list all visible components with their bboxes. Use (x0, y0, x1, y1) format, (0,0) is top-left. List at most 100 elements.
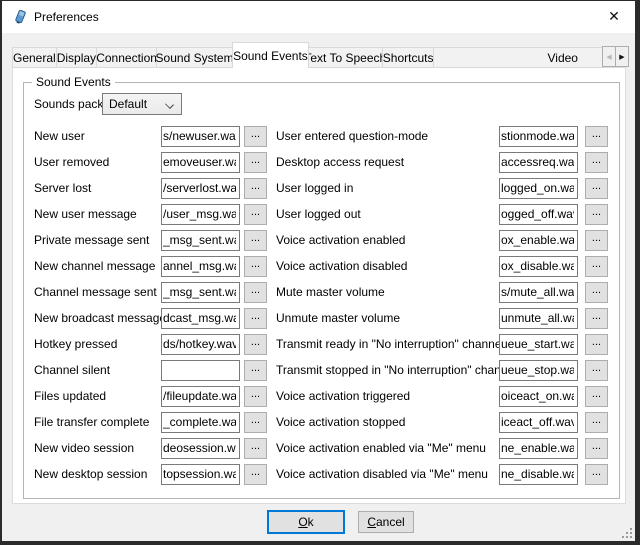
tab-page-sound-events: Sound Events Sounds pack Default New use… (12, 67, 626, 504)
sound-file-input[interactable] (499, 308, 578, 329)
sounds-pack-label: Sounds pack (34, 97, 102, 111)
browse-button[interactable]: ... (585, 412, 608, 433)
event-label: User logged in (276, 181, 499, 195)
sound-file-input[interactable] (161, 178, 240, 199)
event-label: Server lost (34, 181, 161, 195)
event-label: Transmit stopped in "No interruption" ch… (276, 363, 499, 377)
browse-button[interactable]: ... (244, 360, 267, 381)
sound-file-input[interactable] (499, 204, 578, 225)
event-label: New channel message (34, 259, 161, 273)
browse-button[interactable]: ... (244, 256, 267, 277)
browse-button[interactable]: ... (585, 308, 608, 329)
browse-button[interactable]: ... (585, 204, 608, 225)
event-label: Voice activation enabled via "Me" menu (276, 441, 499, 455)
event-label: Unmute master volume (276, 311, 499, 325)
sound-file-input[interactable] (161, 308, 240, 329)
browse-button[interactable]: ... (244, 438, 267, 459)
browse-button[interactable]: ... (585, 386, 608, 407)
browse-button[interactable]: ... (585, 256, 608, 277)
sound-file-input[interactable] (499, 334, 578, 355)
browse-button[interactable]: ... (244, 152, 267, 173)
sound-file-input[interactable] (161, 438, 240, 459)
close-button[interactable]: ✕ (601, 6, 627, 28)
sound-event-row: Channel message sent ... Mute master vol… (34, 279, 608, 305)
event-label: Channel silent (34, 363, 161, 377)
cancel-button[interactable]: Cancel (358, 511, 414, 533)
sound-file-input[interactable] (161, 412, 240, 433)
sound-file-input[interactable] (499, 360, 578, 381)
sound-file-input[interactable] (161, 360, 240, 381)
browse-button[interactable]: ... (244, 282, 267, 303)
sound-event-row: New desktop session ... Voice activation… (34, 461, 608, 487)
sound-event-row: New broadcast message ... Unmute master … (34, 305, 608, 331)
sound-file-input[interactable] (161, 256, 240, 277)
sound-file-input[interactable] (499, 256, 578, 277)
sound-file-input[interactable] (499, 126, 578, 147)
tab-sound-system[interactable]: Sound System (156, 47, 233, 68)
sound-file-input[interactable] (499, 230, 578, 251)
tab-connection[interactable]: Connection (96, 47, 157, 68)
sound-event-row: User removed ... Desktop access request … (34, 149, 608, 175)
preferences-window: Preferences ✕ General Display Connection… (2, 1, 635, 541)
tab-video[interactable]: Video (433, 47, 603, 68)
tab-scroll-right-button[interactable]: ▶ (615, 46, 629, 67)
sound-file-input[interactable] (499, 152, 578, 173)
sound-file-input[interactable] (161, 230, 240, 251)
sound-file-input[interactable] (161, 126, 240, 147)
event-label: Voice activation stopped (276, 415, 499, 429)
event-label: Private message sent (34, 233, 161, 247)
tab-general[interactable]: General (12, 47, 57, 68)
sound-file-input[interactable] (161, 204, 240, 225)
sound-file-input[interactable] (499, 282, 578, 303)
browse-button[interactable]: ... (585, 126, 608, 147)
sound-file-input[interactable] (499, 412, 578, 433)
sound-file-input[interactable] (499, 386, 578, 407)
browse-button[interactable]: ... (244, 386, 267, 407)
browse-button[interactable]: ... (585, 464, 608, 485)
browse-button[interactable]: ... (244, 178, 267, 199)
browse-button[interactable]: ... (244, 334, 267, 355)
event-label: New video session (34, 441, 161, 455)
scroll-left-icon: ◀ (606, 54, 611, 61)
browse-button[interactable]: ... (244, 230, 267, 251)
sound-file-input[interactable] (161, 464, 240, 485)
event-label: Transmit ready in "No interruption" chan… (276, 337, 499, 351)
browse-button[interactable]: ... (585, 230, 608, 251)
tab-sound-events[interactable]: Sound Events (232, 42, 309, 68)
sounds-pack-select[interactable]: Default (102, 93, 182, 115)
resize-grip[interactable] (620, 526, 632, 538)
sound-file-input[interactable] (499, 464, 578, 485)
browse-button[interactable]: ... (244, 464, 267, 485)
event-label: Channel message sent (34, 285, 161, 299)
tab-text-to-speech[interactable]: Text To Speech (308, 47, 383, 68)
tab-shortcuts[interactable]: Shortcuts (382, 47, 435, 68)
event-label: Hotkey pressed (34, 337, 161, 351)
sound-event-row: File transfer complete ... Voice activat… (34, 409, 608, 435)
browse-button[interactable]: ... (585, 178, 608, 199)
sound-file-input[interactable] (161, 152, 240, 173)
ok-button[interactable]: Ok (267, 510, 345, 534)
sounds-pack-value: Default (109, 97, 147, 111)
browse-button[interactable]: ... (585, 438, 608, 459)
sound-file-input[interactable] (161, 334, 240, 355)
browse-button[interactable]: ... (244, 204, 267, 225)
sound-event-row: Hotkey pressed ... Transmit ready in "No… (34, 331, 608, 357)
browse-button[interactable]: ... (585, 282, 608, 303)
browse-button[interactable]: ... (585, 152, 608, 173)
sound-event-row: Private message sent ... Voice activatio… (34, 227, 608, 253)
tab-display[interactable]: Display (56, 47, 97, 68)
tab-scroll-left-button[interactable]: ◀ (602, 46, 616, 67)
browse-button[interactable]: ... (585, 334, 608, 355)
browse-button[interactable]: ... (244, 126, 267, 147)
sound-file-input[interactable] (499, 438, 578, 459)
browse-button[interactable]: ... (244, 412, 267, 433)
titlebar: Preferences ✕ (2, 1, 635, 33)
sound-event-row: Files updated ... Voice activation trigg… (34, 383, 608, 409)
browse-button[interactable]: ... (585, 360, 608, 381)
browse-button[interactable]: ... (244, 308, 267, 329)
sound-file-input[interactable] (499, 178, 578, 199)
sound-file-input[interactable] (161, 386, 240, 407)
event-label: New desktop session (34, 467, 161, 481)
sound-file-input[interactable] (161, 282, 240, 303)
sound-events-groupbox: Sound Events Sounds pack Default New use… (23, 82, 620, 499)
